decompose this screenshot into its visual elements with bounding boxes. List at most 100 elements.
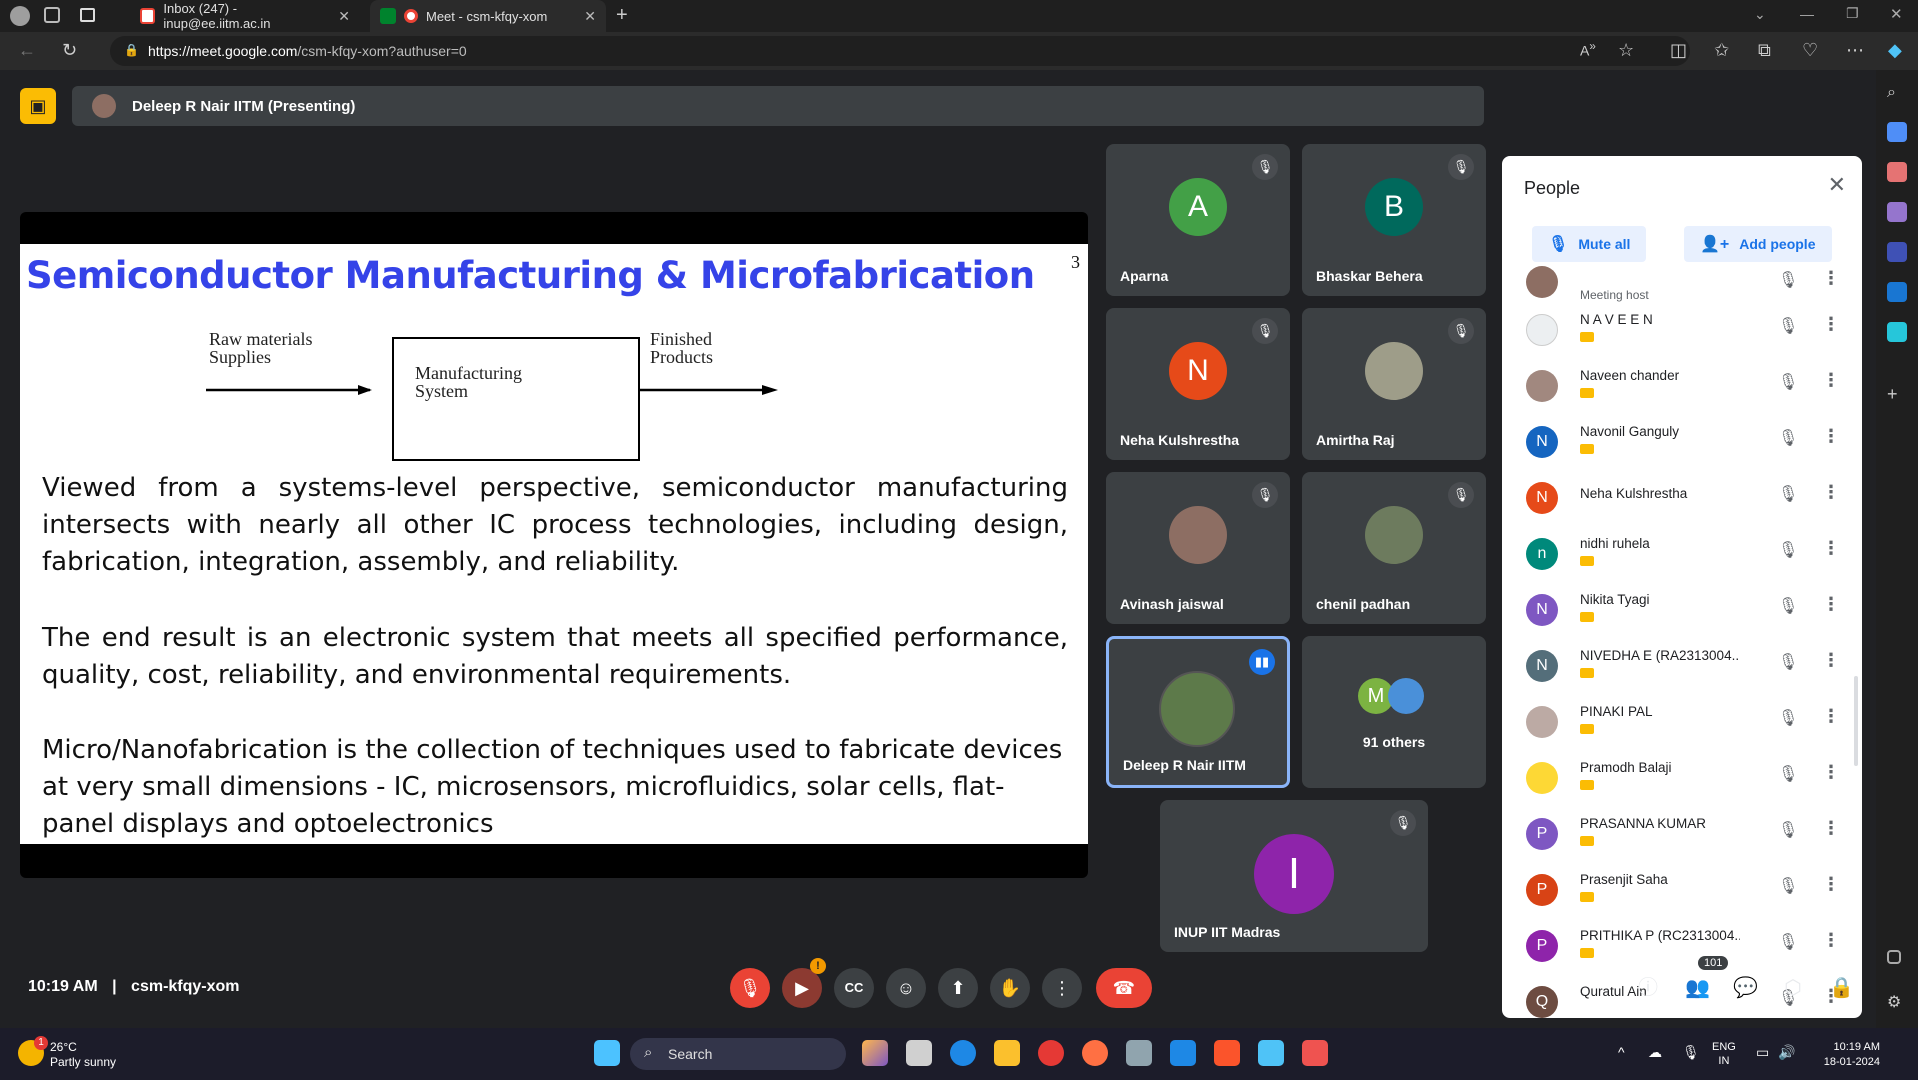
firefox-app-icon[interactable]	[1082, 1040, 1108, 1066]
participant-tile[interactable]: 🎙 Amirtha Raj	[1302, 308, 1486, 460]
chrome-app-icon[interactable]	[1038, 1040, 1064, 1066]
more-options-icon[interactable]: ⋮	[1822, 930, 1840, 951]
back-icon[interactable]: ←	[18, 40, 36, 61]
meeting-details-icon[interactable]: ⓘ	[1636, 976, 1660, 1000]
settings-gear-icon[interactable]: ⚙	[1887, 992, 1907, 1012]
end-call-button[interactable]: ☎	[1096, 968, 1152, 1008]
network-icon[interactable]: ▭	[1756, 1044, 1769, 1061]
sidebar-toggle-icon[interactable]	[1887, 950, 1901, 964]
host-controls-icon[interactable]: 🔒	[1829, 976, 1854, 1000]
chat-icon[interactable]: 💬	[1733, 976, 1758, 1000]
mic-off-icon[interactable]: 🎙	[1778, 708, 1798, 728]
participant-tile[interactable]: 🎙 N Neha Kulshrestha	[1106, 308, 1290, 460]
more-options-icon[interactable]: ⋮	[1822, 706, 1840, 727]
more-options-icon[interactable]: ⋮	[1822, 762, 1840, 783]
vscode-app-icon[interactable]	[1170, 1040, 1196, 1066]
drop-icon[interactable]	[1887, 322, 1907, 342]
raise-hand-button[interactable]: ✋	[990, 968, 1030, 1008]
collections-icon[interactable]: ⧉	[1758, 40, 1771, 61]
captions-button[interactable]: CC	[834, 968, 874, 1008]
add-people-button[interactable]: 👤+ Add people	[1684, 226, 1832, 262]
copilot-icon[interactable]: ◆	[1888, 40, 1902, 61]
mic-off-icon[interactable]: 🎙	[1778, 372, 1798, 392]
file-explorer-icon[interactable]	[994, 1040, 1020, 1066]
tab-meet[interactable]: Meet - csm-kfqy-xom ✕	[370, 0, 606, 32]
profile-icon[interactable]	[10, 6, 30, 26]
camera-toggle-button[interactable]: ▶	[782, 968, 822, 1008]
mic-off-icon[interactable]: 🎙	[1778, 820, 1798, 840]
mic-off-icon[interactable]: 🎙	[1778, 932, 1798, 952]
more-options-icon[interactable]: ⋮	[1822, 426, 1840, 447]
more-options-icon[interactable]: ⋮	[1822, 268, 1840, 289]
list-item[interactable]: PINAKI PAL 🎙 ⋮	[1516, 698, 1846, 754]
weather-widget[interactable]: 26°C Partly sunny	[50, 1040, 116, 1070]
mic-off-icon[interactable]: 🎙	[1778, 270, 1798, 290]
close-tab-icon[interactable]: ✕	[584, 8, 596, 25]
task-view-icon[interactable]	[906, 1040, 932, 1066]
list-item[interactable]: Meeting host 🎙 ⋮	[1516, 266, 1846, 306]
mic-off-icon[interactable]: 🎙	[1778, 484, 1798, 504]
more-options-icon[interactable]: ⋮	[1822, 370, 1840, 391]
restore-button[interactable]: ❐	[1846, 5, 1859, 22]
brave-app-icon[interactable]	[1214, 1040, 1240, 1066]
emoji-reactions-button[interactable]: ☺	[886, 968, 926, 1008]
mic-off-icon[interactable]: 🎙	[1778, 540, 1798, 560]
shopping-icon[interactable]	[1887, 122, 1907, 142]
list-item[interactable]: P PRITHIKA P (RC2313004... 🎙 ⋮	[1516, 922, 1846, 978]
snipping-tool-icon[interactable]	[1302, 1040, 1328, 1066]
new-tab-button[interactable]: +	[616, 4, 628, 27]
split-screen-icon[interactable]: ◫	[1670, 40, 1687, 61]
lock-icon[interactable]: 🔒	[124, 43, 139, 57]
mic-off-icon[interactable]: 🎙	[1778, 428, 1798, 448]
mic-off-icon[interactable]: 🎙	[1778, 652, 1798, 672]
taskbar-clock[interactable]: 10:19 AM 18-01-2024	[1820, 1040, 1880, 1070]
store-app-icon[interactable]	[1126, 1040, 1152, 1066]
favorites-icon[interactable]: ✩	[1714, 40, 1729, 61]
read-aloud-icon[interactable]: A»	[1580, 40, 1596, 59]
notepad-app-icon[interactable]	[1258, 1040, 1284, 1066]
close-icon[interactable]: ✕	[1828, 172, 1846, 198]
list-item[interactable]: N Neha Kulshrestha 🎙 ⋮	[1516, 474, 1846, 530]
list-item[interactable]: Naveen chander 🎙 ⋮	[1516, 362, 1846, 418]
people-icon[interactable]: 👥	[1685, 976, 1710, 1000]
copilot-app-icon[interactable]	[862, 1040, 888, 1066]
people-scrollbar[interactable]	[1854, 676, 1858, 766]
participant-tile[interactable]: 🎙 I INUP IIT Madras	[1160, 800, 1428, 952]
stop-presenting-icon[interactable]: ▣	[20, 88, 56, 124]
mic-off-icon[interactable]: 🎙	[1778, 764, 1798, 784]
participant-tile[interactable]: 🎙 A Aparna	[1106, 144, 1290, 296]
microphone-icon[interactable]: 🎙	[1682, 1044, 1700, 1061]
volume-icon[interactable]: 🔊	[1778, 1044, 1795, 1061]
minimize-button[interactable]: —	[1800, 6, 1814, 22]
tab-actions-icon[interactable]	[80, 8, 95, 22]
mic-off-icon[interactable]: 🎙	[1778, 316, 1798, 336]
list-item[interactable]: P Prasenjit Saha 🎙 ⋮	[1516, 866, 1846, 922]
activities-icon[interactable]: ⬡	[1781, 976, 1805, 1000]
list-item[interactable]: P PRASANNA KUMAR 🎙 ⋮	[1516, 810, 1846, 866]
present-screen-button[interactable]: ⬆	[938, 968, 978, 1008]
list-item[interactable]: N A V E E N 🎙 ⋮	[1516, 306, 1846, 362]
browser-essentials-icon[interactable]: ♡	[1802, 40, 1818, 61]
participant-tile[interactable]: 🎙 B Bhaskar Behera	[1302, 144, 1486, 296]
more-options-icon[interactable]: ⋮	[1822, 482, 1840, 503]
more-options-icon[interactable]: ⋮	[1822, 818, 1840, 839]
workspaces-icon[interactable]	[44, 7, 60, 23]
participant-tile[interactable]: 🎙 chenil padhan	[1302, 472, 1486, 624]
language-indicator[interactable]: ENG IN	[1712, 1040, 1736, 1068]
windows-start-icon[interactable]	[594, 1040, 620, 1066]
mic-toggle-button[interactable]: 🎙	[730, 968, 770, 1008]
more-options-icon[interactable]: ⋮	[1822, 650, 1840, 671]
url-field[interactable]: 🔒 https://meet.google.com/csm-kfqy-xom?a…	[110, 36, 1690, 66]
add-icon[interactable]: +	[1887, 384, 1907, 404]
close-tab-icon[interactable]: ✕	[338, 8, 350, 25]
more-options-button[interactable]: ⋮	[1042, 968, 1082, 1008]
tab-gmail[interactable]: Inbox (247) - inup@ee.iitm.ac.in ✕	[130, 0, 360, 32]
mic-off-icon[interactable]: 🎙	[1778, 596, 1798, 616]
more-options-icon[interactable]: ⋮	[1822, 314, 1840, 335]
games-icon[interactable]	[1887, 202, 1907, 222]
more-options-icon[interactable]: ⋮	[1822, 594, 1840, 615]
list-item[interactable]: n nidhi ruhela 🎙 ⋮	[1516, 530, 1846, 586]
list-item[interactable]: Pramodh Balaji 🎙 ⋮	[1516, 754, 1846, 810]
search-icon[interactable]: ⌕	[1887, 84, 1907, 104]
reload-icon[interactable]: ↻	[62, 40, 77, 61]
